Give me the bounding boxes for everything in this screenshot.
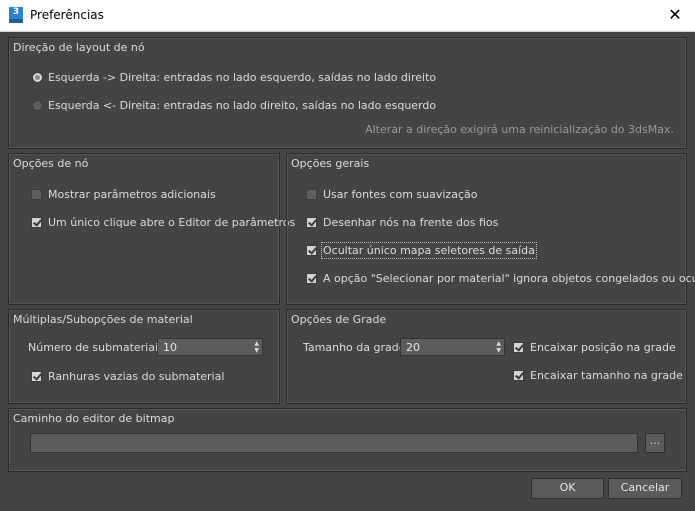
spinner-arrows-icon[interactable]: ▲ ▼: [496, 340, 501, 354]
snap-size-checkbox[interactable]: Encaixar tamanho na grade: [513, 369, 683, 382]
show-extra-params-label: Mostrar parâmetros adicionais: [48, 188, 216, 201]
window-title: Preferências: [30, 8, 104, 22]
browse-button[interactable]: ...: [645, 433, 665, 453]
nodes-in-front-checkbox[interactable]: Desenhar nós na frente dos fios: [306, 216, 498, 229]
grid-options-group: Opções de Grade Tamanho da grade: 20 ▲ ▼ …: [286, 309, 687, 404]
node-options-group: Opções de nó Mostrar parâmetros adiciona…: [8, 153, 295, 305]
snap-size-label: Encaixar tamanho na grade: [530, 369, 683, 382]
hide-output-selectors-checkbox[interactable]: Ocultar único mapa seletores de saída: [306, 242, 537, 259]
single-click-editor-checkbox[interactable]: Um único clique abre o Editor de parâmet…: [31, 216, 295, 229]
select-by-material-label: A opção "Selecionar por material" ignora…: [323, 272, 695, 285]
submaterial-count-value[interactable]: 10: [163, 341, 177, 354]
empty-slots-checkbox[interactable]: Ranhuras vazias do submaterial: [31, 370, 224, 383]
bitmap-editor-label: Caminho do editor de bitmap: [13, 412, 175, 425]
bitmap-editor-path-input[interactable]: [30, 433, 638, 453]
layout-direction-group: Direção de layout de nó Esquerda -> Dire…: [8, 37, 687, 149]
ok-button[interactable]: OK: [531, 478, 604, 499]
radio-left-to-right-label: Esquerda -> Direita: entradas no lado es…: [48, 71, 437, 84]
checkbox-indicator[interactable]: [306, 273, 317, 284]
select-by-material-checkbox[interactable]: A opção "Selecionar por material" ignora…: [306, 272, 695, 285]
grid-size-label: Tamanho da grade:: [303, 341, 410, 354]
3dsmax-app-icon: 3: [9, 7, 23, 23]
hide-output-selectors-label: Ocultar único mapa seletores de saída: [321, 242, 537, 259]
grid-options-label: Opções de Grade: [291, 313, 387, 326]
title-bar: 3 Preferências ✕: [0, 0, 695, 32]
checkbox-indicator[interactable]: [513, 370, 524, 381]
nodes-in-front-label: Desenhar nós na frente dos fios: [323, 216, 499, 229]
node-options-label: Opções de nó: [13, 157, 89, 170]
material-suboptions-group: Múltiplas/Subopções de material Número d…: [8, 309, 280, 404]
spinner-arrows-icon[interactable]: ▲ ▼: [254, 340, 259, 354]
checkbox-indicator[interactable]: [513, 342, 524, 353]
radio-left-to-right[interactable]: Esquerda -> Direita: entradas no lado es…: [32, 71, 436, 84]
checkbox-indicator[interactable]: [306, 217, 317, 228]
submaterial-count-label: Número de submateriais:: [28, 341, 168, 354]
layout-direction-label: Direção de layout de nó: [13, 41, 145, 54]
snap-position-label: Encaixar posição na grade: [530, 341, 676, 354]
grid-size-spinner[interactable]: 20 ▲ ▼: [400, 338, 505, 356]
cancel-button[interactable]: Cancelar: [608, 478, 682, 499]
material-suboptions-label: Múltiplas/Subopções de material: [13, 313, 193, 326]
radio-indicator[interactable]: [32, 100, 43, 111]
general-options-group: Opções gerais Usar fontes com suavização…: [286, 153, 695, 305]
general-options-label: Opções gerais: [291, 157, 370, 170]
bitmap-editor-group: Caminho do editor de bitmap ...: [8, 408, 687, 472]
close-icon[interactable]: ✕: [663, 3, 687, 27]
single-click-editor-label: Um único clique abre o Editor de parâmet…: [48, 216, 296, 229]
radio-indicator[interactable]: [32, 72, 43, 83]
grid-size-value[interactable]: 20: [406, 341, 420, 354]
antialiased-fonts-label: Usar fontes com suavização: [323, 188, 478, 201]
checkbox-indicator[interactable]: [31, 217, 42, 228]
checkbox-indicator[interactable]: [306, 189, 317, 200]
show-extra-params-checkbox[interactable]: Mostrar parâmetros adicionais: [31, 188, 216, 201]
checkbox-indicator[interactable]: [306, 245, 317, 256]
antialiased-fonts-checkbox[interactable]: Usar fontes com suavização: [306, 188, 477, 201]
radio-right-to-left-label: Esquerda <- Direita: entradas no lado di…: [48, 99, 437, 112]
empty-slots-label: Ranhuras vazias do submaterial: [48, 370, 225, 383]
snap-position-checkbox[interactable]: Encaixar posição na grade: [513, 341, 676, 354]
checkbox-indicator[interactable]: [31, 371, 42, 382]
submaterial-count-spinner[interactable]: 10 ▲ ▼: [157, 338, 263, 356]
checkbox-indicator[interactable]: [31, 189, 42, 200]
restart-note: Alterar a direção exigirá uma reiniciali…: [365, 123, 674, 136]
radio-right-to-left[interactable]: Esquerda <- Direita: entradas no lado di…: [32, 99, 436, 112]
